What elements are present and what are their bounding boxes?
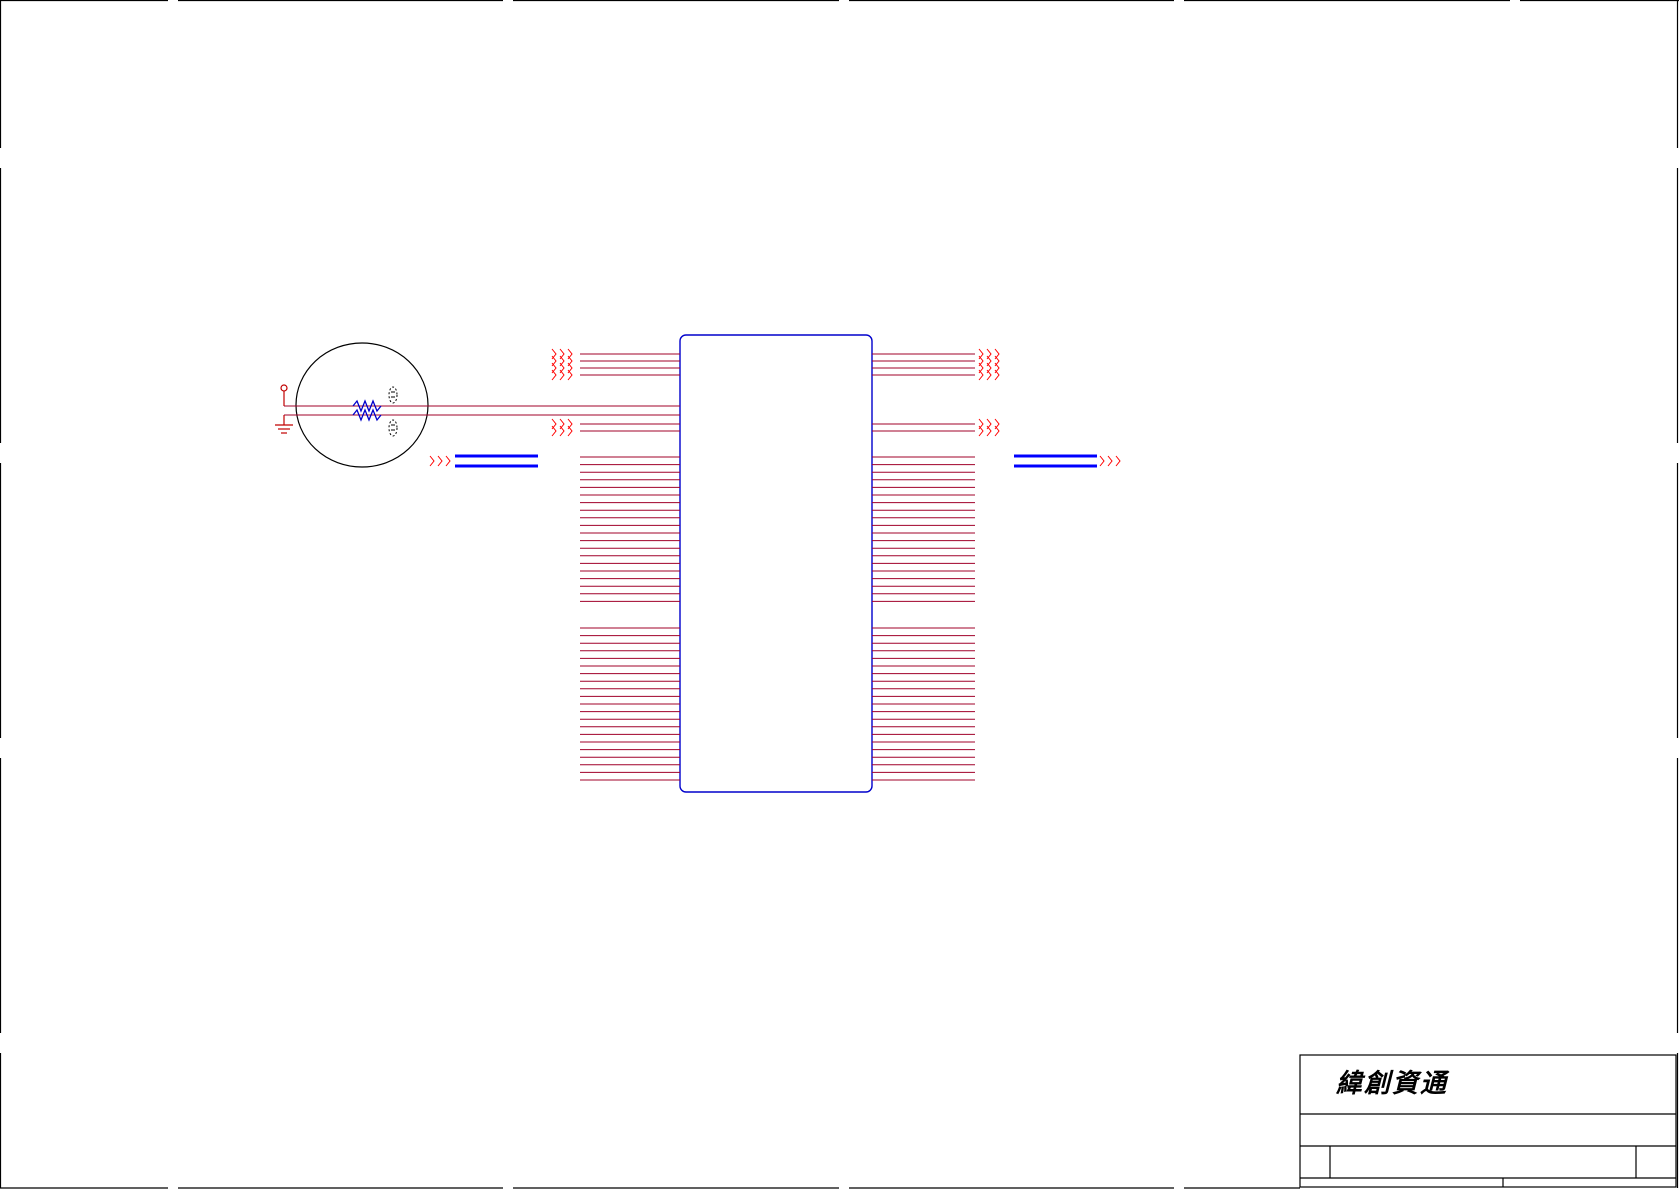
- power-pin-icon: [280, 384, 288, 406]
- off-page-connector-icon: [551, 425, 573, 437]
- schematic-sheet: 緯創資通: [0, 0, 1679, 1189]
- circle-signal-wires: [284, 405, 680, 416]
- ic-right-pin-wires: [872, 353, 975, 781]
- off-page-connector-icon: [429, 455, 451, 467]
- ground-symbol-icon: [275, 415, 293, 434]
- left-bus-off-page-connector-icon: [429, 455, 451, 467]
- off-page-connector-icon: [551, 369, 573, 381]
- company-name: 緯創資通: [1335, 1069, 1450, 1099]
- right-bus-off-page-connector-icon: [1099, 455, 1121, 467]
- right-off-page-connectors: [978, 348, 1000, 437]
- ic-left-pin-wires: [580, 353, 680, 781]
- sheet-border: [0, 0, 1679, 1189]
- off-page-connector-icon: [978, 369, 1000, 381]
- capacitor-icon: [388, 386, 398, 437]
- off-page-connector-icon: [978, 425, 1000, 437]
- ic-body[interactable]: [679, 334, 873, 793]
- highlight-circle: [295, 342, 429, 468]
- left-bus: [455, 454, 538, 468]
- off-page-connector-icon: [1099, 455, 1121, 467]
- resistor-icon: [352, 399, 382, 422]
- right-bus: [1014, 454, 1097, 468]
- left-off-page-connectors: [551, 348, 573, 437]
